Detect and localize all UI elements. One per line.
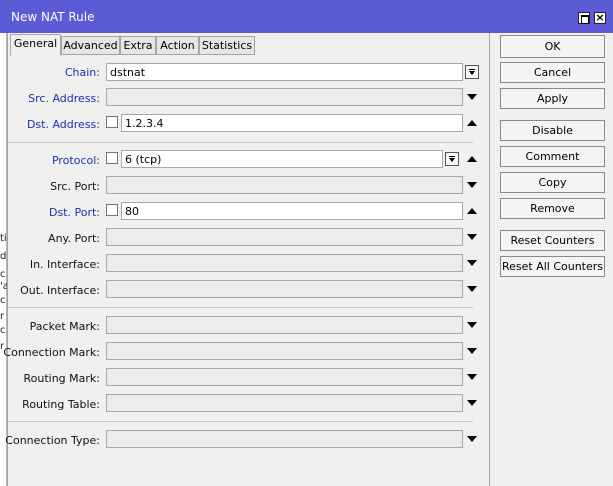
disable-button[interactable]: Disable (500, 120, 605, 141)
chevron-down-icon[interactable] (466, 284, 478, 294)
title-bar: New NAT Rule × (0, 0, 613, 33)
dst-port-label: Dst. Port: (48, 206, 100, 219)
routing-table-label: Routing Table: (22, 398, 100, 411)
packet-mark-label: Packet Mark: (29, 320, 100, 333)
apply-button[interactable]: Apply (500, 88, 605, 109)
chevron-down-icon[interactable] (466, 346, 478, 356)
connection-type-field[interactable] (106, 430, 463, 448)
comment-button[interactable]: Comment (500, 146, 605, 167)
reset-all-counters-button[interactable]: Reset All Counters (500, 256, 605, 277)
cancel-button[interactable]: Cancel (500, 62, 605, 83)
src-port-field[interactable] (106, 176, 463, 194)
out-interface-label: Out. Interface: (20, 284, 100, 297)
divider (8, 421, 473, 422)
src-address-field[interactable] (106, 88, 463, 106)
connection-type-label: Connection Type: (5, 434, 100, 447)
src-port-label: Src. Port: (50, 180, 100, 193)
chain-field[interactable]: dstnat (106, 63, 463, 81)
chevron-down-icon[interactable] (466, 434, 478, 444)
tab-extra[interactable]: Extra (120, 36, 156, 55)
dst-address-field[interactable]: 1.2.3.4 (121, 114, 463, 132)
chevron-down-icon[interactable] (466, 180, 478, 190)
tab-general[interactable]: General (10, 34, 61, 56)
chevron-down-icon[interactable] (466, 92, 478, 102)
chain-label: Chain: (64, 66, 100, 79)
dst-port-negate-checkbox[interactable] (106, 204, 118, 216)
ok-button[interactable]: OK (500, 35, 605, 58)
background-text: c (0, 295, 6, 306)
copy-button[interactable]: Copy (500, 172, 605, 193)
chevron-down-icon[interactable] (466, 232, 478, 242)
chevron-up-icon[interactable] (466, 206, 478, 216)
close-icon[interactable]: × (594, 12, 606, 24)
routing-mark-field[interactable] (106, 368, 463, 386)
src-address-label: Src. Address: (28, 92, 100, 105)
protocol-field[interactable]: 6 (tcp) (121, 150, 443, 168)
dst-port-value: 80 (125, 205, 139, 218)
background-text: d (0, 251, 7, 262)
any-port-label: Any. Port: (48, 232, 100, 245)
chevron-up-icon[interactable] (466, 154, 478, 164)
protocol-value: 6 (tcp) (125, 153, 162, 166)
background-text: ti (0, 233, 7, 244)
dst-address-negate-checkbox[interactable] (106, 116, 118, 128)
chevron-up-icon[interactable] (466, 118, 478, 128)
routing-table-field[interactable] (106, 394, 463, 412)
tab-statistics[interactable]: Statistics (199, 36, 255, 55)
dropdown-icon (449, 156, 455, 162)
divider (8, 307, 473, 308)
tab-action[interactable]: Action (156, 36, 199, 55)
chevron-down-icon[interactable] (466, 398, 478, 408)
divider (8, 142, 473, 143)
background-text: r (0, 311, 5, 322)
tab-advanced[interactable]: Advanced (61, 36, 120, 55)
reset-counters-button[interactable]: Reset Counters (500, 230, 605, 251)
background-window: ti d c 'a c r c r (0, 33, 9, 486)
packet-mark-field[interactable] (106, 316, 463, 334)
in-interface-label: In. Interface: (29, 258, 100, 271)
connection-mark-field[interactable] (106, 342, 463, 360)
chevron-down-icon[interactable] (466, 320, 478, 330)
chain-value: dstnat (110, 66, 146, 79)
maximize-icon[interactable] (578, 12, 590, 24)
dst-port-field[interactable]: 80 (121, 202, 463, 220)
routing-mark-label: Routing Mark: (23, 372, 100, 385)
protocol-label: Protocol: (51, 154, 100, 167)
chevron-down-icon[interactable] (466, 258, 478, 268)
dst-address-value: 1.2.3.4 (125, 117, 164, 130)
window-title: New NAT Rule (11, 10, 95, 24)
chain-dropdown-button[interactable] (465, 65, 479, 79)
chevron-down-icon[interactable] (466, 372, 478, 382)
protocol-dropdown-button[interactable] (445, 152, 459, 166)
background-text: c (0, 325, 6, 336)
any-port-field[interactable] (106, 228, 463, 246)
dst-address-label: Dst. Address: (26, 118, 100, 131)
in-interface-field[interactable] (106, 254, 463, 272)
dropdown-icon (469, 69, 475, 75)
out-interface-field[interactable] (106, 280, 463, 298)
background-text: c (0, 269, 6, 280)
connection-mark-label: Connection Mark: (3, 346, 100, 359)
remove-button[interactable]: Remove (500, 198, 605, 219)
protocol-negate-checkbox[interactable] (106, 152, 118, 164)
